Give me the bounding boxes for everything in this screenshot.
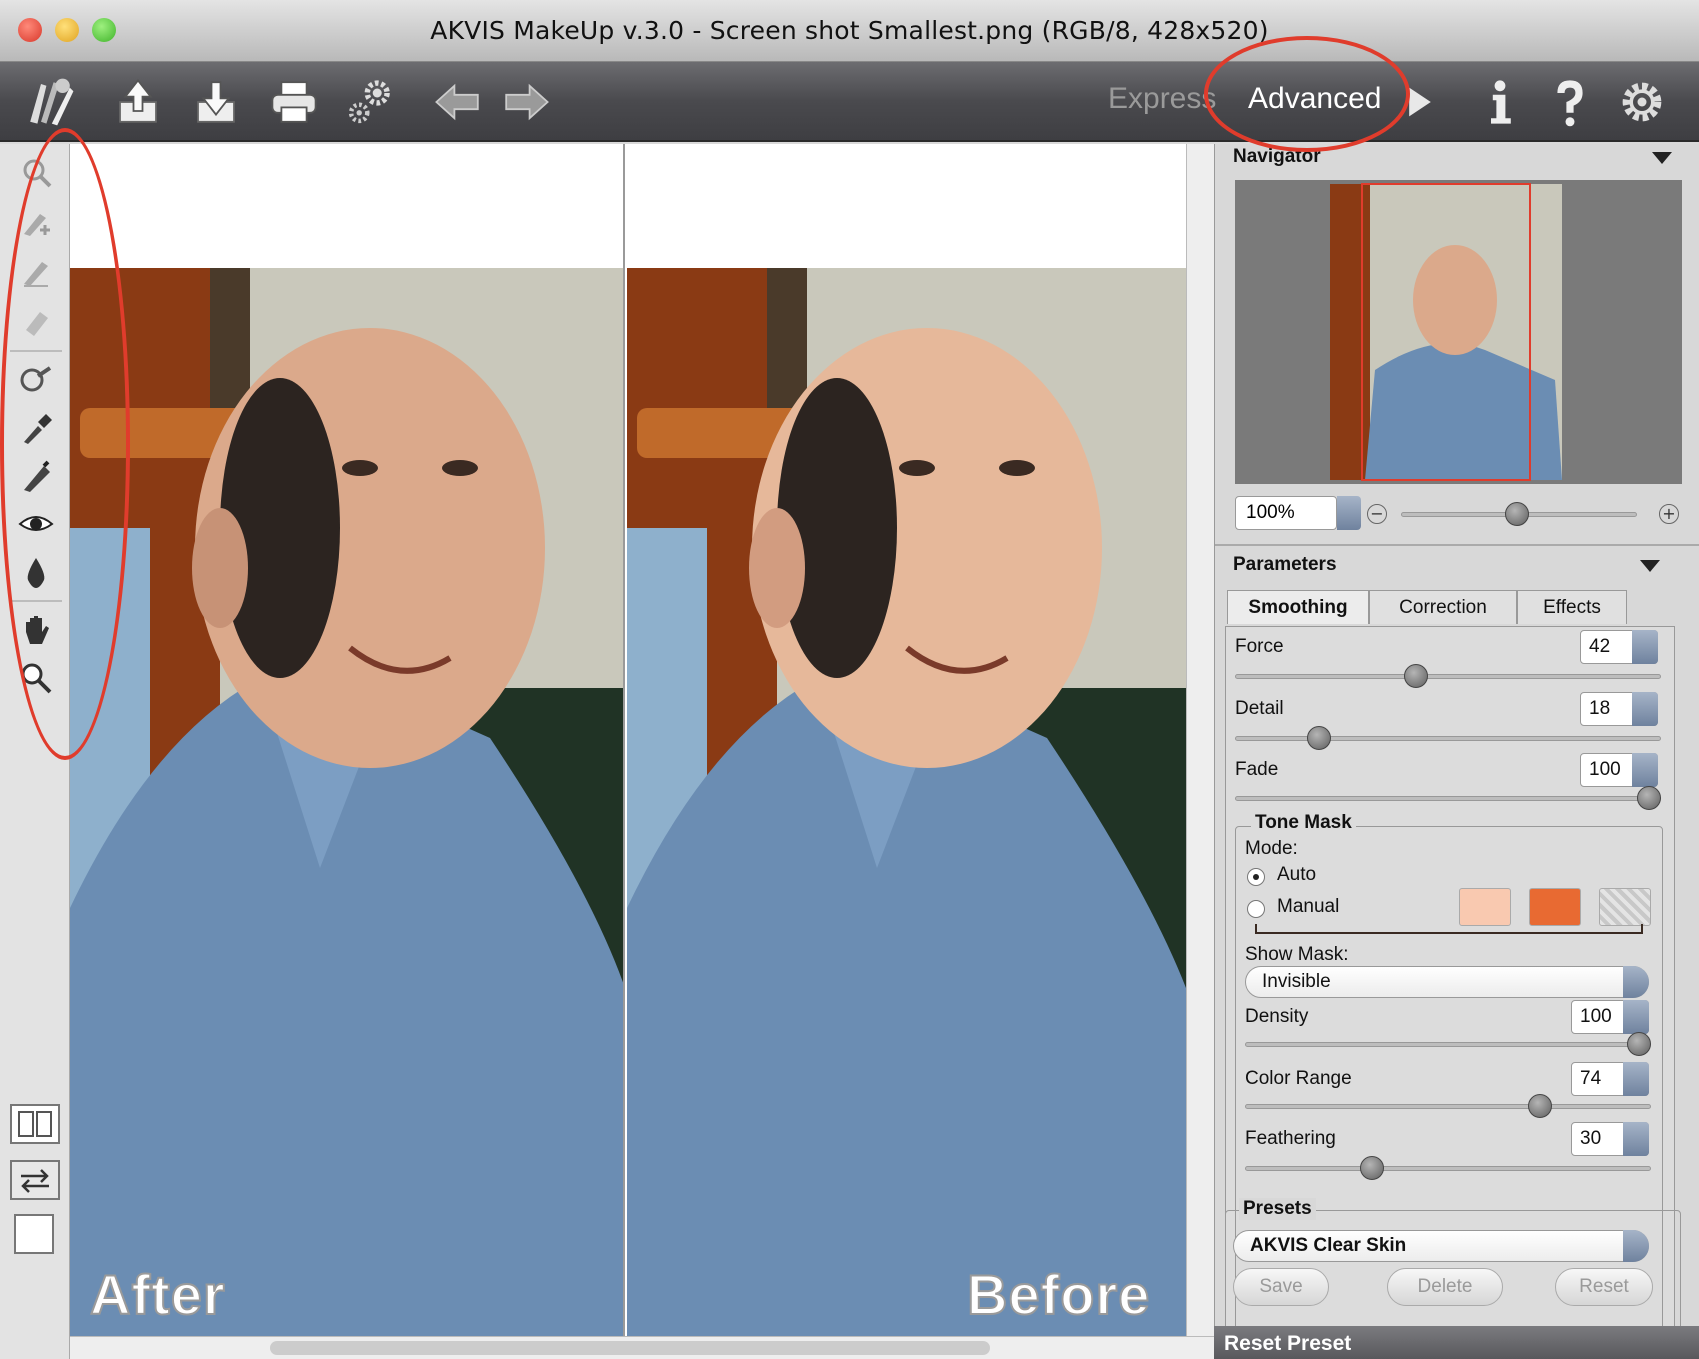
split-view-icon[interactable] bbox=[10, 1104, 60, 1144]
swatch-bracket bbox=[1255, 924, 1643, 934]
info-icon[interactable] bbox=[1470, 72, 1530, 132]
fade-label: Fade bbox=[1235, 759, 1279, 780]
transparent-swatch[interactable] bbox=[1599, 888, 1651, 926]
tab-effects[interactable]: Effects bbox=[1517, 590, 1627, 624]
scrollbar-thumb[interactable] bbox=[270, 1341, 990, 1355]
force-label: Force bbox=[1235, 636, 1284, 657]
presets-select[interactable]: AKVIS Clear Skin bbox=[1233, 1230, 1649, 1262]
force-slider-thumb[interactable] bbox=[1403, 664, 1428, 688]
redo-arrow-icon[interactable] bbox=[496, 72, 556, 132]
detail-slider-track[interactable] bbox=[1235, 736, 1661, 741]
feathering-input[interactable]: 30 bbox=[1571, 1122, 1649, 1156]
swap-view-icon[interactable] bbox=[10, 1160, 60, 1200]
after-label: After bbox=[89, 1262, 226, 1327]
right-panel: Navigator 100% − + Parameters Smoothing … bbox=[1214, 144, 1699, 1359]
annotation-ring-tools bbox=[0, 128, 130, 760]
presets-title: Presets bbox=[1239, 1198, 1316, 1220]
force-input[interactable]: 42 bbox=[1580, 630, 1658, 664]
tab-correction[interactable]: Correction bbox=[1369, 590, 1517, 624]
reset-preset-button[interactable]: Reset bbox=[1555, 1268, 1653, 1306]
before-photo bbox=[627, 268, 1186, 1340]
color-range-slider-thumb[interactable] bbox=[1527, 1094, 1552, 1118]
before-pane: Before bbox=[627, 144, 1186, 1344]
dark-skin-swatch[interactable] bbox=[1529, 888, 1581, 926]
feathering-slider-thumb[interactable] bbox=[1359, 1156, 1384, 1180]
density-input[interactable]: 100 bbox=[1571, 1000, 1649, 1034]
image-canvas: After Before bbox=[70, 144, 1186, 1344]
settings-gear-icon[interactable] bbox=[1612, 72, 1672, 132]
feathering-slider-track[interactable] bbox=[1245, 1166, 1651, 1171]
fade-slider-thumb[interactable] bbox=[1637, 786, 1661, 810]
force-slider-track[interactable] bbox=[1235, 674, 1661, 679]
vertical-scrollbar[interactable] bbox=[1186, 144, 1214, 1344]
mode-auto-label: Auto bbox=[1277, 864, 1317, 885]
zoom-field[interactable]: 100% bbox=[1235, 496, 1337, 530]
window-title: AKVIS MakeUp v.3.0 - Screen shot Smalles… bbox=[430, 16, 1269, 45]
title-bar: AKVIS MakeUp v.3.0 - Screen shot Smalles… bbox=[0, 0, 1699, 62]
fade-slider-track[interactable] bbox=[1235, 796, 1661, 801]
mode-auto-radio[interactable] bbox=[1247, 868, 1265, 886]
print-icon[interactable] bbox=[264, 72, 324, 132]
tab-smoothing[interactable]: Smoothing bbox=[1227, 590, 1369, 624]
app-window: AKVIS MakeUp v.3.0 - Screen shot Smalles… bbox=[0, 0, 1699, 1359]
parameters-tabs: Smoothing Correction Effects bbox=[1227, 590, 1673, 626]
after-pane: After bbox=[70, 144, 625, 1344]
color-range-label: Color Range bbox=[1245, 1068, 1352, 1089]
save-image-icon[interactable] bbox=[186, 72, 246, 132]
parameters-title: Parameters bbox=[1233, 554, 1337, 575]
mode-express-tab[interactable]: Express bbox=[1108, 82, 1216, 116]
status-bar: Reset Preset bbox=[1214, 1326, 1699, 1359]
brushes-logo-icon bbox=[14, 72, 86, 132]
mode-label: Mode: bbox=[1245, 838, 1298, 859]
detail-label: Detail bbox=[1235, 698, 1284, 719]
zoom-dropdown-icon[interactable] bbox=[1337, 496, 1361, 530]
color-range-slider-track[interactable] bbox=[1245, 1104, 1651, 1109]
detail-input[interactable]: 18 bbox=[1580, 692, 1658, 726]
help-icon[interactable] bbox=[1540, 72, 1600, 132]
collapse-triangle-icon[interactable] bbox=[1640, 560, 1660, 572]
horizontal-scrollbar[interactable] bbox=[70, 1336, 1214, 1359]
density-slider-track[interactable] bbox=[1245, 1042, 1651, 1047]
density-label: Density bbox=[1245, 1006, 1309, 1027]
density-slider-thumb[interactable] bbox=[1627, 1032, 1651, 1056]
annotation-ring-advanced bbox=[1204, 36, 1410, 152]
zoom-out-icon[interactable]: − bbox=[1367, 504, 1387, 524]
mode-manual-radio[interactable] bbox=[1247, 900, 1265, 918]
collapse-triangle-icon[interactable] bbox=[1652, 152, 1672, 164]
color-range-input[interactable]: 74 bbox=[1571, 1062, 1649, 1096]
tone-mask-title: Tone Mask bbox=[1251, 812, 1356, 834]
save-preset-button[interactable]: Save bbox=[1233, 1268, 1329, 1306]
parameters-header[interactable]: Parameters bbox=[1215, 554, 1699, 582]
navigator-preview[interactable] bbox=[1235, 180, 1682, 484]
open-image-icon[interactable] bbox=[108, 72, 168, 132]
after-photo bbox=[70, 268, 623, 1340]
light-skin-swatch[interactable] bbox=[1459, 888, 1511, 926]
main-toolbar: Express Advanced bbox=[0, 62, 1699, 142]
show-mask-select[interactable]: Invisible bbox=[1245, 966, 1649, 998]
delete-preset-button[interactable]: Delete bbox=[1387, 1268, 1503, 1306]
fade-input[interactable]: 100 bbox=[1580, 753, 1658, 787]
feathering-label: Feathering bbox=[1245, 1128, 1336, 1149]
zoom-slider-thumb[interactable] bbox=[1505, 502, 1529, 526]
show-mask-label: Show Mask: bbox=[1245, 944, 1349, 965]
before-label: Before bbox=[966, 1262, 1151, 1327]
background-color-icon[interactable] bbox=[14, 1214, 54, 1254]
zoom-in-icon[interactable]: + bbox=[1659, 504, 1679, 524]
panel-divider bbox=[1215, 544, 1699, 546]
mode-manual-label: Manual bbox=[1277, 896, 1340, 917]
preferences-gears-icon[interactable] bbox=[340, 72, 400, 132]
undo-arrow-icon[interactable] bbox=[428, 72, 488, 132]
